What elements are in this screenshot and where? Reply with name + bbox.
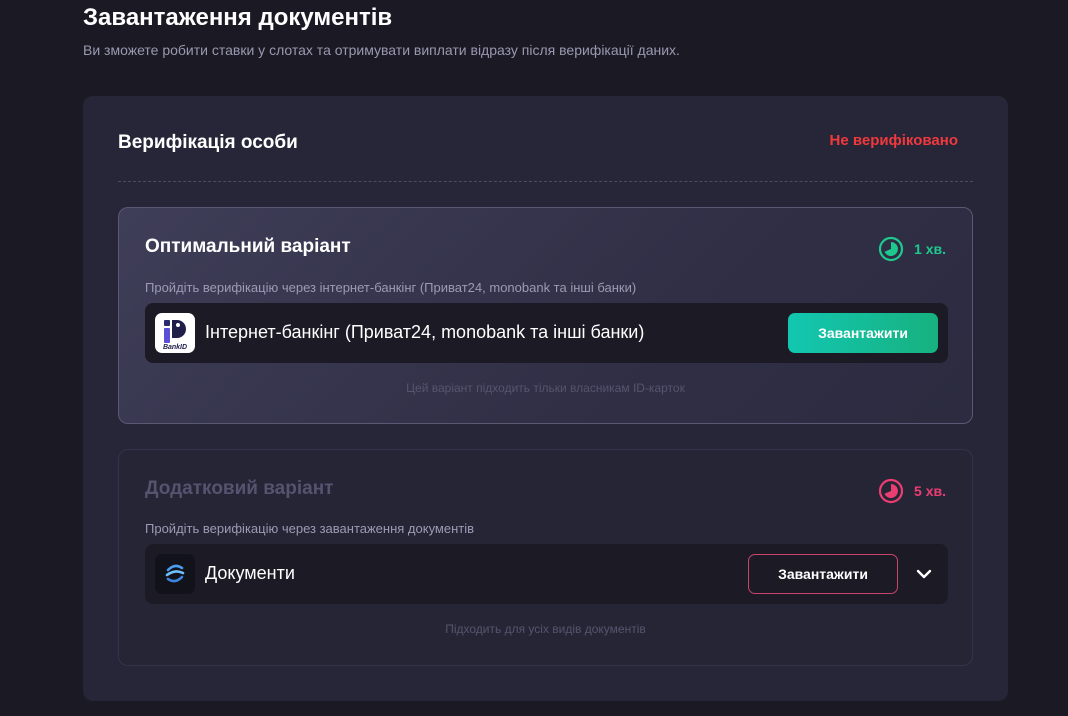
option-description: Пройдіть верифікацію через інтернет-банк… — [145, 280, 637, 295]
option-title: Оптимальний варіант — [145, 236, 351, 257]
option-time: 1 хв. — [878, 236, 946, 262]
option-time: 5 хв. — [878, 478, 946, 504]
additional-option-card: Додатковий варіант 5 хв. Пройдіть верифі… — [118, 449, 973, 666]
option-time-label: 5 хв. — [914, 483, 946, 499]
option-note: Підходить для усіх видів документів — [445, 622, 646, 636]
method-row-documents: Документи Завантажити — [145, 544, 948, 604]
timer-icon — [878, 236, 904, 262]
divider — [118, 181, 973, 182]
bankid-logo-icon: BankID — [155, 313, 195, 353]
chevron-down-icon[interactable] — [914, 564, 934, 584]
page-subtitle: Ви зможете робити ставки у слотах та отр… — [83, 42, 680, 58]
verification-status: Не верифіковано — [829, 132, 958, 149]
option-description: Пройдіть верифікацію через завантаження … — [145, 521, 475, 536]
documents-logo-icon — [155, 554, 195, 594]
page-title: Завантаження документів — [83, 4, 393, 31]
option-time-label: 1 хв. — [914, 241, 946, 257]
upload-button-banking[interactable]: Завантажити — [788, 313, 938, 353]
verification-title: Верифікація особи — [118, 132, 298, 153]
method-label: Інтернет-банкінг (Приват24, monobank та … — [205, 322, 645, 342]
method-row-internet-banking: BankID Інтернет-банкінг (Приват24, monob… — [145, 303, 948, 363]
option-note: Цей варіант підходить тільки власникам I… — [406, 381, 685, 395]
option-title: Додатковий варіант — [145, 478, 334, 499]
verification-panel: Верифікація особи Не верифіковано Оптима… — [83, 96, 1008, 701]
timer-icon — [878, 478, 904, 504]
method-label: Документи — [205, 563, 295, 583]
svg-text:BankID: BankID — [163, 344, 187, 351]
optimal-option-card: Оптимальний варіант 1 хв. Пройдіть вериф… — [118, 207, 973, 424]
upload-button-documents[interactable]: Завантажити — [748, 554, 898, 594]
